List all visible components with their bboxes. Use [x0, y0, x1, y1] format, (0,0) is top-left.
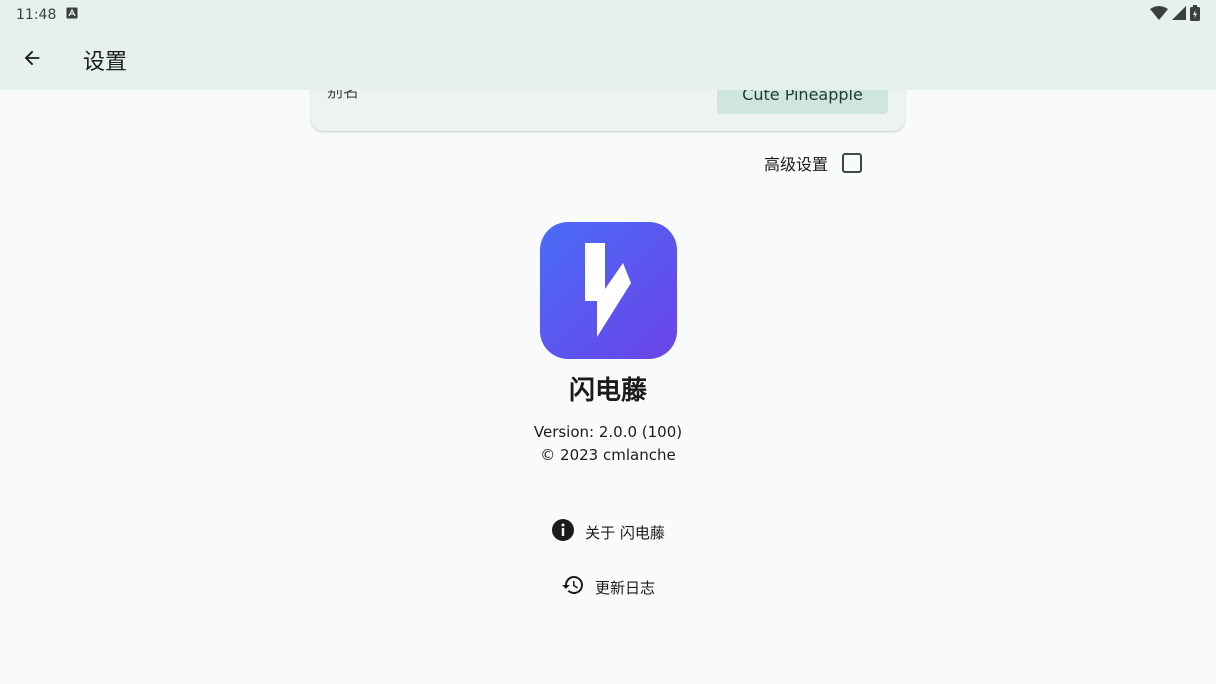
app-bar: 设置	[0, 30, 1216, 90]
copyright-text: © 2023 cmlanche	[540, 446, 676, 464]
app-name: 闪电藤	[568, 376, 647, 406]
changelog-label: 更新日志	[594, 578, 655, 597]
lightning-bolt-icon	[579, 239, 639, 343]
about-app-label: 关于 闪电藤	[585, 523, 665, 542]
info-icon	[551, 518, 575, 546]
status-bar: 11:48	[0, 0, 1216, 30]
signal-icon	[1172, 6, 1186, 24]
advanced-settings-label: 高级设置	[764, 155, 829, 174]
history-icon	[561, 573, 585, 601]
notification-a-icon	[66, 7, 78, 23]
version-text: Version: 2.0.0 (100)	[533, 423, 683, 441]
app-logo	[540, 222, 677, 359]
advanced-settings-row[interactable]: 高级设置	[764, 146, 886, 180]
advanced-settings-checkbox[interactable]	[842, 153, 863, 173]
changelog-link-row: 更新日志	[0, 567, 1216, 607]
about-app-button[interactable]: 关于 闪电藤	[543, 512, 673, 552]
page-title: 设置	[83, 50, 128, 75]
status-time: 11:48	[16, 7, 57, 23]
settings-content[interactable]: 别名 Cute Pineapple 高级设置 闪电藤 Version: 2.0.…	[0, 50, 1216, 684]
wifi-icon	[1150, 6, 1168, 24]
back-button[interactable]	[8, 36, 56, 84]
changelog-button[interactable]: 更新日志	[553, 567, 663, 607]
about-link-row: 关于 闪电藤	[0, 512, 1216, 552]
battery-icon	[1190, 5, 1200, 25]
arrow-back-icon	[21, 47, 43, 73]
